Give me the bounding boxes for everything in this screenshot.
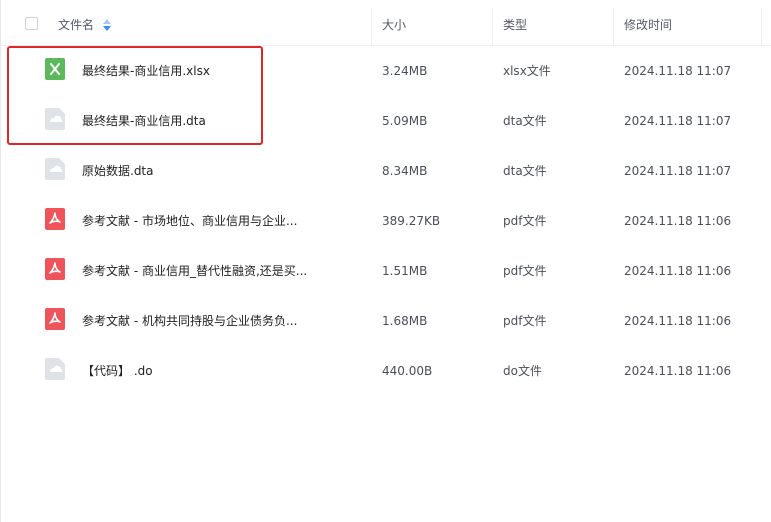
file-name[interactable]: 【代码】 .do — [82, 346, 153, 396]
file-modified: 2024.11.18 11:07 — [624, 164, 732, 178]
file-type: dta文件 — [503, 114, 547, 128]
file-size: 389.27KB — [382, 214, 441, 228]
file-size: 1.68MB — [382, 314, 428, 328]
file-type: pdf文件 — [503, 314, 547, 328]
file-size: 1.51MB — [382, 264, 428, 278]
file-name[interactable]: 原始数据.dta — [82, 146, 154, 196]
column-divider[interactable] — [761, 8, 762, 45]
column-header-modified[interactable]: 修改时间 — [624, 0, 672, 46]
file-row[interactable]: 参考文献 - 机构共同持股与企业债务负... 1.68MB pdf文件 2024… — [0, 296, 771, 346]
file-modified: 2024.11.18 11:07 — [624, 114, 732, 128]
file-modified: 2024.11.18 11:07 — [624, 64, 732, 78]
column-divider[interactable] — [613, 8, 614, 45]
pdf-icon — [45, 208, 65, 230]
file-modified: 2024.11.18 11:06 — [624, 214, 732, 228]
file-size: 440.00B — [382, 364, 433, 378]
pdf-icon — [45, 258, 65, 280]
file-type: xlsx文件 — [503, 64, 551, 78]
table-header: 文件名 大小 类型 修改时间 — [0, 0, 771, 46]
column-divider[interactable] — [371, 8, 372, 45]
file-size: 8.34MB — [382, 164, 428, 178]
file-modified: 2024.11.18 11:06 — [624, 314, 732, 328]
file-name[interactable]: 参考文献 - 机构共同持股与企业债务负... — [82, 296, 297, 346]
generic-file-icon — [45, 358, 65, 380]
file-row[interactable]: 原始数据.dta 8.34MB dta文件 2024.11.18 11:07 — [0, 146, 771, 196]
column-header-size[interactable]: 大小 — [382, 0, 406, 46]
file-type: do文件 — [503, 364, 542, 378]
file-type: dta文件 — [503, 164, 547, 178]
file-type: pdf文件 — [503, 214, 547, 228]
file-size: 3.24MB — [382, 64, 428, 78]
file-row[interactable]: 【代码】 .do 440.00B do文件 2024.11.18 11:06 — [0, 346, 771, 396]
file-row[interactable]: 参考文献 - 商业信用_替代性融资,还是买... 1.51MB pdf文件 20… — [0, 246, 771, 296]
file-name[interactable]: 参考文献 - 市场地位、商业信用与企业... — [82, 196, 297, 246]
generic-file-icon — [45, 158, 65, 180]
sort-arrows-icon[interactable] — [103, 19, 111, 31]
column-header-name[interactable]: 文件名 — [58, 0, 94, 46]
file-type: pdf文件 — [503, 264, 547, 278]
column-divider[interactable] — [492, 8, 493, 45]
file-row[interactable]: 参考文献 - 市场地位、商业信用与企业... 389.27KB pdf文件 20… — [0, 196, 771, 246]
file-modified: 2024.11.18 11:06 — [624, 364, 732, 378]
file-modified: 2024.11.18 11:06 — [624, 264, 732, 278]
column-header-type[interactable]: 类型 — [503, 0, 527, 46]
select-all-checkbox[interactable] — [25, 17, 38, 30]
highlight-annotation-box — [7, 46, 263, 145]
file-list-panel: 文件名 大小 类型 修改时间 最终结果-商业信用.xlsx 3.24MB xls… — [0, 0, 771, 522]
file-name[interactable]: 参考文献 - 商业信用_替代性融资,还是买... — [82, 246, 307, 296]
pdf-icon — [45, 308, 65, 330]
file-size: 5.09MB — [382, 114, 428, 128]
